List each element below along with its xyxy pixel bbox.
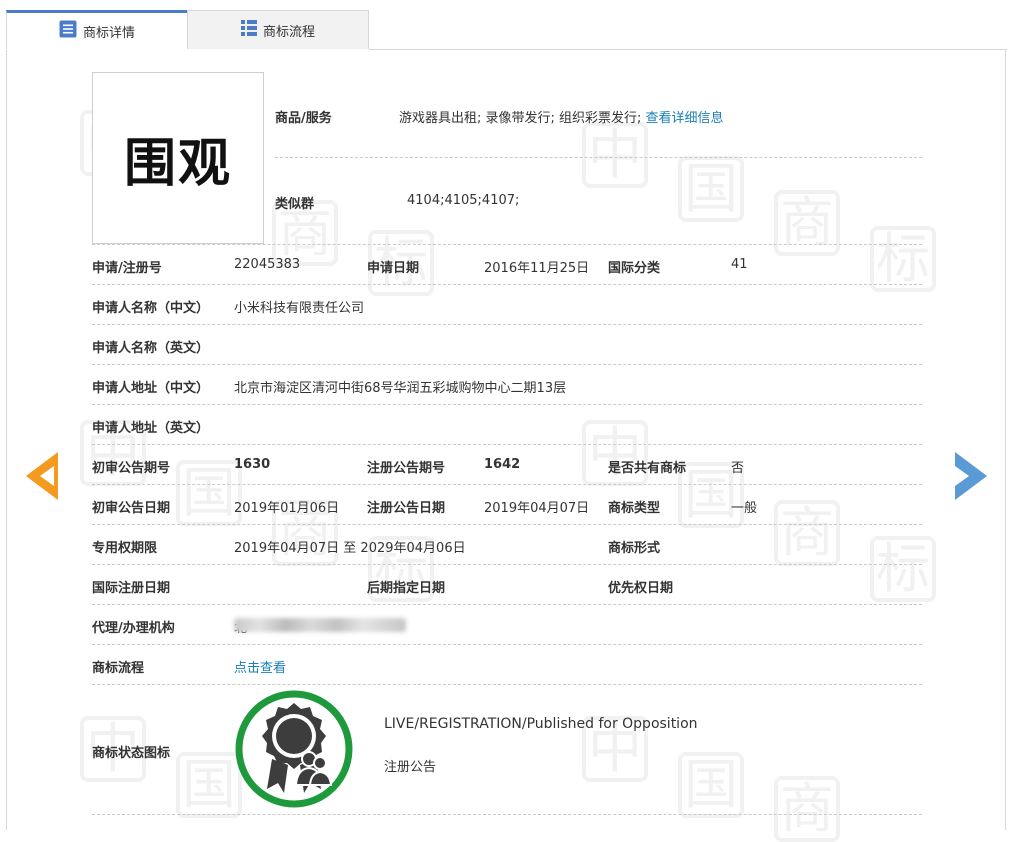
watermark-icon: 商 xyxy=(774,500,840,566)
row-divider xyxy=(92,604,922,605)
watermark-icon: 标 xyxy=(870,536,936,602)
address-cn-value: 北京市海淀区清河中街68号华润五彩城购物中心二期13层 xyxy=(234,381,567,396)
watermark-icon: 中 xyxy=(582,420,648,486)
grid-icon xyxy=(240,20,257,40)
reg-date-label: 注册公告日期 xyxy=(367,501,446,516)
row-divider xyxy=(92,814,922,815)
view-details-link[interactable]: 查看详细信息 xyxy=(646,111,724,126)
trademark-image: 围观 xyxy=(92,72,264,244)
row-divider xyxy=(92,404,922,405)
row-divider xyxy=(92,644,922,645)
applicant-cn-value: 小米科技有限责任公司 xyxy=(234,301,365,316)
reg-no-value: 22045383 xyxy=(234,257,301,272)
app-date-value: 2016年11月25日 xyxy=(484,261,590,276)
applicant-cn-label: 申请人名称（中文） xyxy=(92,301,210,316)
exclusive-period-value: 2019年04月07日 至 2029年04月06日 xyxy=(234,541,466,556)
tab-label: 商标详情 xyxy=(82,25,135,41)
shared-value: 否 xyxy=(731,461,745,476)
reg-issue-label: 注册公告期号 xyxy=(367,461,446,476)
applicant-en-label: 申请人名称（英文） xyxy=(92,341,210,356)
goods-services-label: 商品/服务 xyxy=(275,111,332,126)
reg-no-label: 申请/注册号 xyxy=(92,261,162,276)
later-date-label: 后期指定日期 xyxy=(367,581,446,596)
watermark-icon: 中 xyxy=(582,122,648,188)
mark-type-value: 一般 xyxy=(731,501,758,516)
app-date-label: 申请日期 xyxy=(367,261,420,276)
tab-mark-details[interactable]: 商标详情 xyxy=(6,10,187,49)
reg-date-value: 2019年04月07日 xyxy=(484,501,590,516)
similar-groups-value: 4104;4105;4107; xyxy=(407,193,520,208)
next-arrow-notch xyxy=(955,466,969,486)
row-divider xyxy=(275,157,922,158)
status-text-cn: 注册公告 xyxy=(384,760,437,775)
row-divider xyxy=(92,684,922,685)
mark-type-label: 商标类型 xyxy=(608,501,661,516)
reg-issue-value: 1642 xyxy=(484,457,521,472)
watermark-icon: 国 xyxy=(678,156,744,222)
prelim-date-value: 2019年01月06日 xyxy=(234,501,340,516)
watermark-icon: 商 xyxy=(774,190,840,256)
watermark-icon: 标 xyxy=(870,226,936,292)
address-cn-label: 申请人地址（中文） xyxy=(92,381,210,396)
row-divider xyxy=(92,484,922,485)
shared-label: 是否共有商标 xyxy=(608,461,687,476)
row-divider xyxy=(92,324,922,325)
list-icon xyxy=(59,20,77,42)
row-divider xyxy=(92,444,922,445)
row-divider xyxy=(92,284,922,285)
view-process-link[interactable]: 点击查看 xyxy=(234,657,286,676)
status-award-icon xyxy=(234,689,354,813)
row-divider xyxy=(92,524,922,525)
mark-form-label: 商标形式 xyxy=(608,541,661,556)
prelim-date-label: 初审公告日期 xyxy=(92,501,171,516)
priority-date-label: 优先权日期 xyxy=(608,581,674,596)
intl-reg-date-label: 国际注册日期 xyxy=(92,581,171,596)
prev-arrow-notch xyxy=(40,466,54,486)
goods-services-text: 游戏器具出租; 录像带发行; 组织彩票发行; xyxy=(399,111,642,126)
address-en-label: 申请人地址（英文） xyxy=(92,421,210,436)
row-divider xyxy=(92,364,922,365)
row-divider xyxy=(92,244,922,245)
status-label: 商标状态图标 xyxy=(92,746,171,761)
status-text-en: LIVE/REGISTRATION/Published for Oppositi… xyxy=(384,716,698,732)
watermark-icon: 国 xyxy=(176,460,242,526)
tab-label: 商标流程 xyxy=(262,24,315,40)
redacted-agent-blur xyxy=(234,618,406,632)
watermark-icon: 国 xyxy=(678,752,744,818)
watermark-icon: 商 xyxy=(774,776,840,842)
intl-class-value: 41 xyxy=(731,257,748,272)
similar-groups-label: 类似群 xyxy=(275,197,315,212)
tab-mark-process[interactable]: 商标流程 xyxy=(187,10,369,49)
process-label: 商标流程 xyxy=(92,661,145,676)
intl-class-label: 国际分类 xyxy=(608,261,661,276)
tab-bar: 商标详情 商标流程 xyxy=(6,10,1007,50)
prelim-issue-value: 1630 xyxy=(234,457,271,472)
row-divider xyxy=(92,564,922,565)
watermark-icon: 国 xyxy=(176,752,242,818)
goods-services-value: 游戏器具出租; 录像带发行; 组织彩票发行; 查看详细信息 xyxy=(399,107,724,126)
exclusive-period-label: 专用权期限 xyxy=(92,541,158,556)
agent-label: 代理/办理机构 xyxy=(92,621,175,636)
prelim-issue-label: 初审公告期号 xyxy=(92,461,171,476)
